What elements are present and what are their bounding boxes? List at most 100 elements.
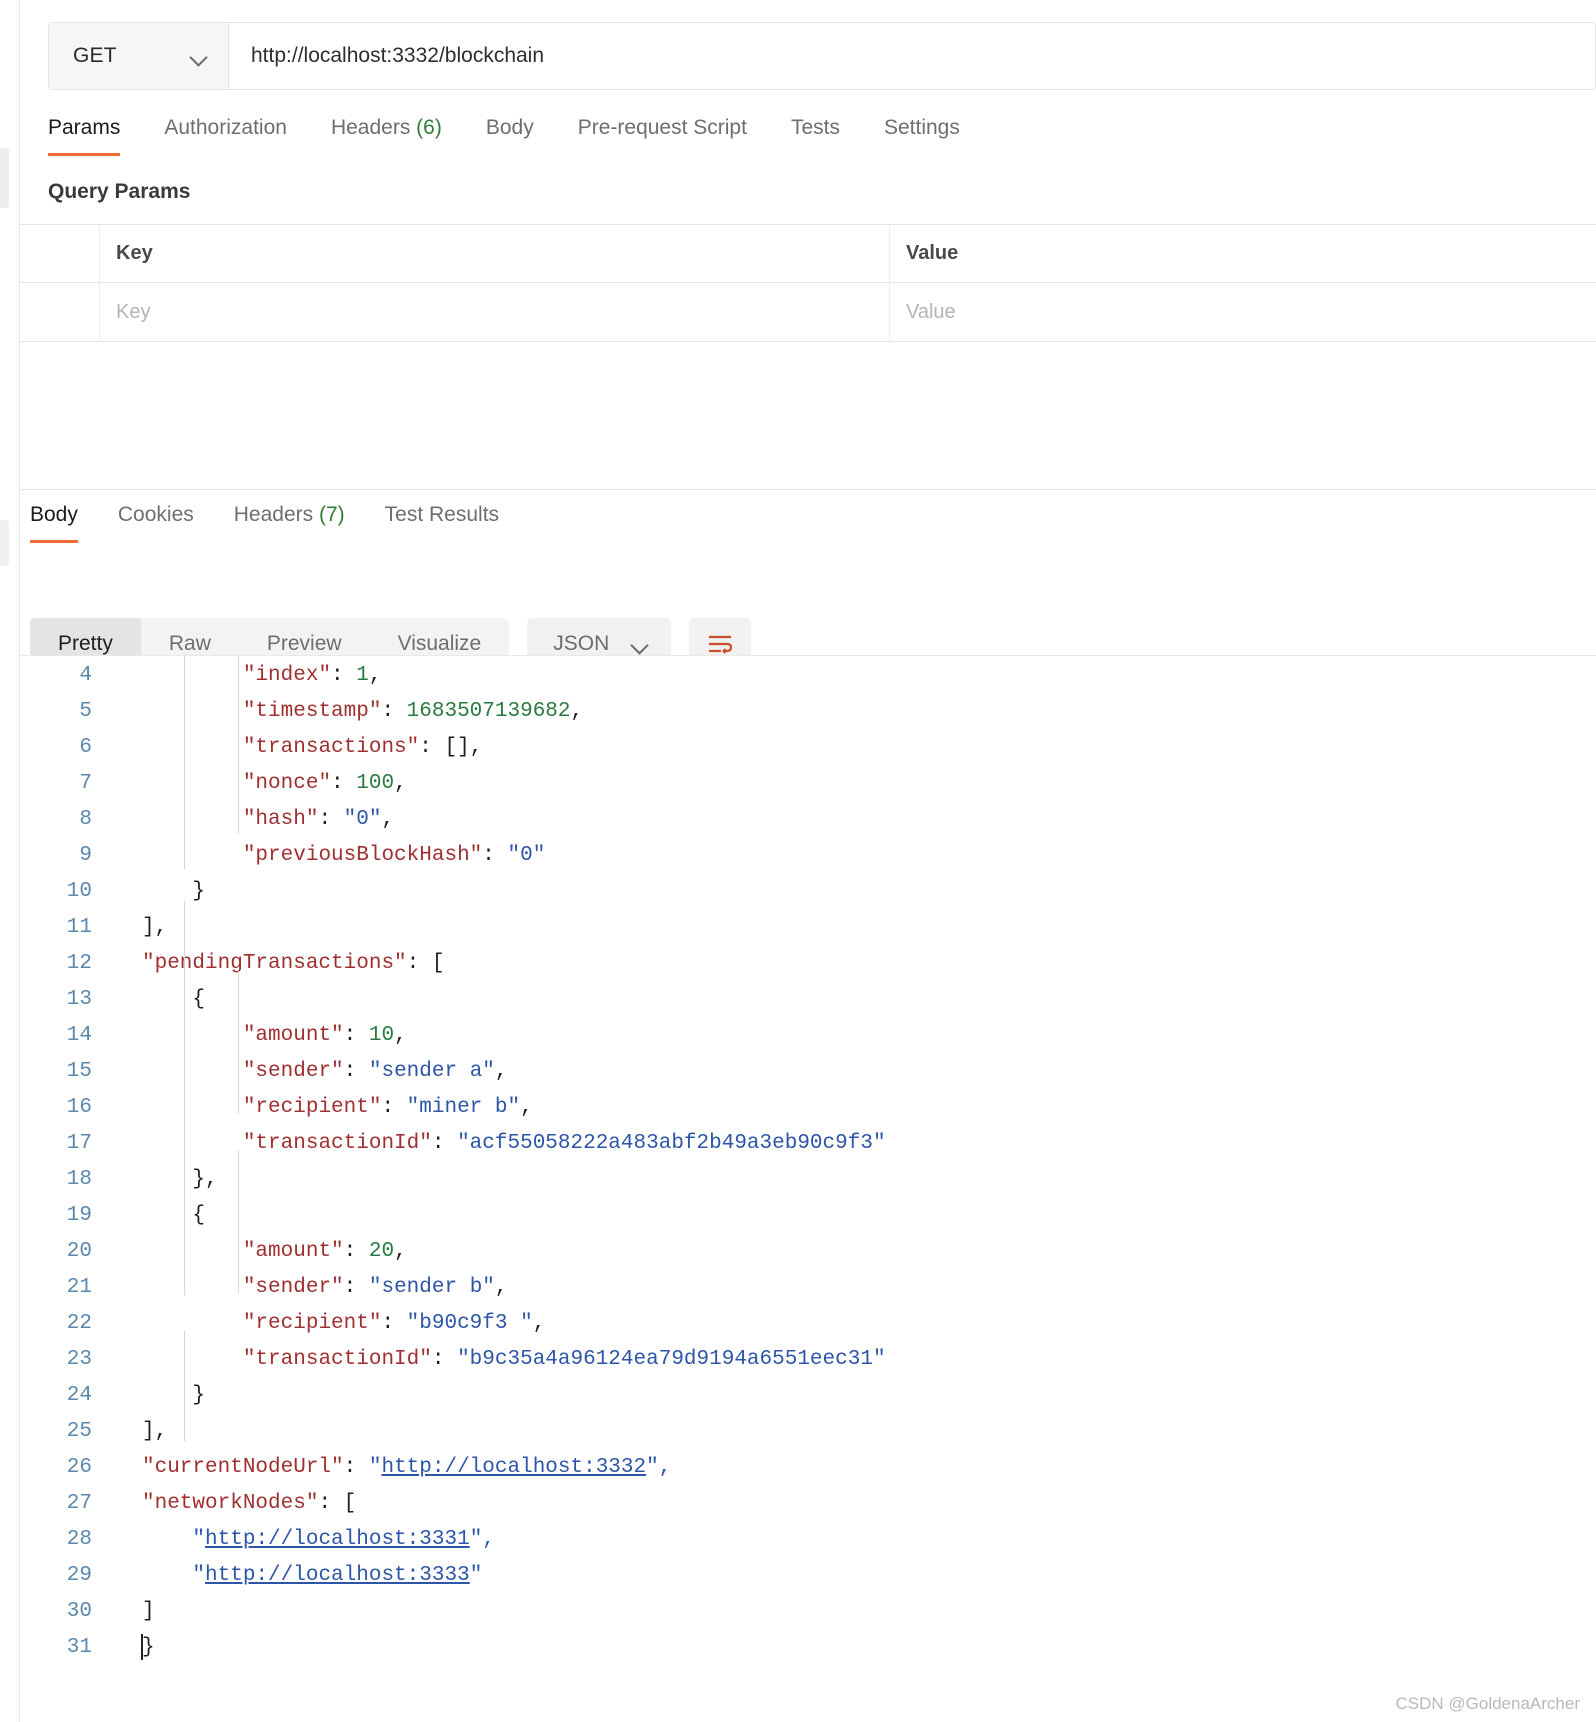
code-line: 6 "transactions": [], [20, 730, 1596, 766]
code-token-pun: , [570, 700, 584, 723]
code-token-pun [142, 1132, 243, 1155]
query-params-table: Key Value Key Value [20, 224, 1596, 342]
code-line-text: "transactionId": "b9c35a4a96124ea79d9194… [142, 1342, 1596, 1378]
code-token-key: "pendingTransactions" [142, 952, 407, 975]
left-rail-handle-secondary[interactable] [0, 520, 9, 566]
code-token-pun: { [142, 1204, 206, 1227]
code-token-pun: , [532, 1312, 546, 1335]
response-tab-cookies[interactable]: Cookies [118, 497, 194, 543]
line-number: 9 [79, 844, 92, 867]
code-token-pun: , [394, 1240, 407, 1263]
line-number: 26 [66, 1456, 92, 1479]
code-token-pun [142, 1528, 192, 1551]
code-token-str: ", [646, 1456, 672, 1479]
request-url-bar: GET http://localhost:3332/blockchain [48, 22, 1596, 90]
tab-pre-request-script[interactable]: Pre-request Script [578, 110, 747, 156]
code-token-pun: { [142, 988, 206, 1011]
tab-settings[interactable]: Settings [884, 110, 960, 156]
line-number: 25 [66, 1420, 92, 1443]
code-token-pun: : [318, 808, 344, 831]
code-line-text: "amount": 10, [142, 1018, 1596, 1054]
code-line-text: "amount": 20, [142, 1234, 1596, 1270]
code-token-str: "sender b" [368, 1276, 495, 1299]
tab-headers[interactable]: Headers (6) [331, 110, 442, 156]
line-number: 27 [66, 1492, 92, 1515]
code-line-text: ], [142, 1414, 1596, 1450]
row-checkbox-cell[interactable] [20, 283, 100, 341]
code-token-pun: , [394, 1024, 407, 1047]
tab-body[interactable]: Body [486, 110, 534, 156]
code-token-link[interactable]: http://localhost:3332 [381, 1456, 646, 1479]
line-number: 17 [66, 1132, 92, 1155]
code-token-pun: [], [444, 736, 483, 759]
left-rail-handle[interactable] [0, 148, 9, 208]
line-number: 31 [66, 1636, 92, 1659]
chevron-down-icon [631, 639, 649, 649]
code-line: 5 "timestamp": 1683507139682, [20, 694, 1596, 730]
code-token-num: 100 [356, 772, 395, 795]
code-line-text: "recipient": "b90c9f3 ", [142, 1306, 1596, 1342]
code-token-key: "transactions" [242, 736, 420, 759]
code-token-pun [142, 664, 243, 687]
code-token-pun [142, 1024, 243, 1047]
code-token-pun: , [494, 1060, 508, 1083]
line-number: 6 [79, 736, 92, 759]
request-url-input[interactable]: http://localhost:3332/blockchain [229, 23, 1595, 89]
response-tab-body[interactable]: Body [30, 497, 78, 543]
code-token-str: "0" [507, 844, 546, 867]
tab-settings-label: Settings [883, 116, 960, 139]
tab-params[interactable]: Params [48, 110, 121, 156]
code-line-text: "http://localhost:3333" [142, 1558, 1596, 1594]
code-token-link[interactable]: http://localhost:3333 [205, 1564, 470, 1587]
line-number: 19 [66, 1204, 92, 1227]
line-number: 10 [66, 880, 92, 903]
code-token-pun: } [142, 1636, 155, 1659]
code-token-num: 1 [356, 664, 369, 687]
query-params-title: Query Params [48, 180, 191, 203]
response-body-viewer[interactable]: 4 "index": 1, 5 "timestamp": 168350713968… [20, 655, 1596, 1695]
code-line-text: "sender": "sender a", [142, 1054, 1596, 1090]
code-line-text: ] [142, 1594, 1596, 1630]
code-line: 19 { [20, 1198, 1596, 1234]
code-token-pun: : [419, 736, 445, 759]
code-token-num: 1683507139682 [406, 700, 571, 723]
code-token-pun [142, 736, 243, 759]
code-token-pun: , [381, 808, 395, 831]
code-line: 7 "nonce": 100, [20, 766, 1596, 802]
line-number: 8 [79, 808, 92, 831]
code-token-str: " [469, 1564, 483, 1587]
code-line-text: { [142, 1198, 1596, 1234]
param-key-input[interactable]: Key [100, 283, 890, 341]
line-number: 18 [66, 1168, 92, 1191]
response-tabs: Body Cookies Headers (7) Test Results [30, 497, 539, 543]
code-token-key: "amount" [242, 1024, 344, 1047]
code-line-text: "networkNodes": [ [142, 1486, 1596, 1522]
code-token-str: "acf55058222a483abf2b49a3eb90c9f3" [457, 1132, 886, 1155]
line-number: 24 [66, 1384, 92, 1407]
line-number: 23 [66, 1348, 92, 1371]
code-line-text: "previousBlockHash": "0" [142, 838, 1596, 874]
code-token-pun: , [520, 1096, 533, 1119]
code-token-link[interactable]: http://localhost:3331 [205, 1528, 470, 1551]
response-tab-test-results[interactable]: Test Results [385, 497, 499, 543]
table-row: Key Value [20, 283, 1596, 341]
code-token-pun: : [343, 1024, 369, 1047]
response-tab-headers[interactable]: Headers (7) [234, 497, 345, 543]
code-line-text: } [142, 874, 1596, 910]
code-token-pun: : [ [318, 1492, 357, 1515]
wrap-lines-icon [709, 635, 733, 654]
param-value-input[interactable]: Value [890, 283, 1596, 341]
code-token-str: "b9c35a4a96124ea79d9194a6551eec31" [457, 1348, 886, 1371]
line-number: 4 [79, 664, 92, 687]
code-token-num: 20 [368, 1240, 395, 1263]
code-line-text: { [142, 982, 1596, 1018]
http-method-select[interactable]: GET [49, 23, 229, 89]
code-token-pun: : [343, 1456, 369, 1479]
tab-tests[interactable]: Tests [791, 110, 840, 156]
code-line: 10 } [20, 874, 1596, 910]
code-token-str: "0" [343, 808, 382, 831]
tab-authorization[interactable]: Authorization [164, 110, 287, 156]
tab-params-label: Params [48, 116, 121, 139]
code-line-text: "nonce": 100, [142, 766, 1596, 802]
code-token-pun [142, 1276, 243, 1299]
